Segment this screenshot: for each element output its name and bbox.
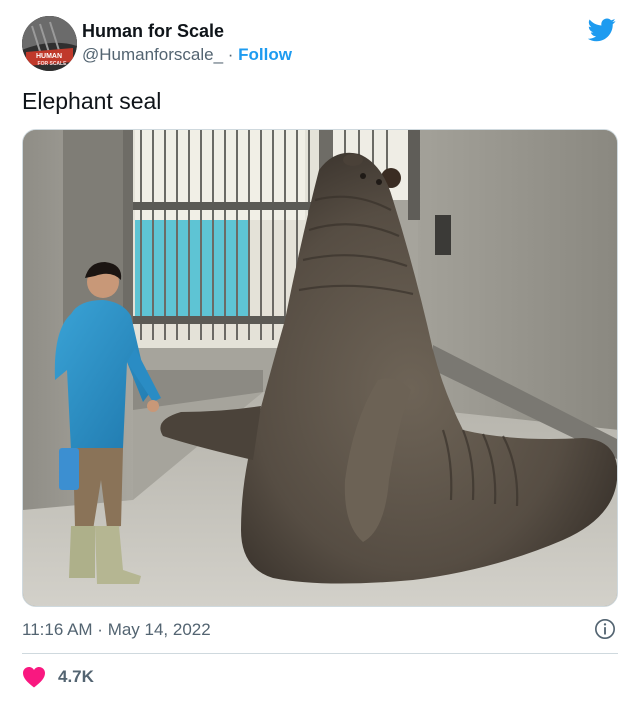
like-button[interactable]: 4.7K bbox=[22, 664, 94, 690]
tweet-text: Elephant seal bbox=[22, 88, 162, 114]
avatar[interactable]: HUMAN FOR SCALE bbox=[22, 16, 77, 71]
info-icon[interactable] bbox=[594, 618, 616, 640]
tweet-timestamp[interactable]: 11:16 AM · May 14, 2022 bbox=[22, 618, 618, 642]
like-count: 4.7K bbox=[58, 667, 94, 686]
tweet-header: HUMAN FOR SCALE Human for Scale @Humanfo… bbox=[22, 16, 622, 72]
avatar-image: HUMAN FOR SCALE bbox=[22, 16, 77, 71]
twitter-bird-icon[interactable] bbox=[588, 18, 616, 42]
author-display-name[interactable]: Human for Scale bbox=[82, 20, 292, 42]
author-handle-line: @Humanforscale_ · Follow bbox=[82, 43, 292, 67]
avatar-logo-text-bottom: FOR SCALE bbox=[38, 61, 68, 67]
handle-separator: · bbox=[223, 45, 239, 64]
follow-button[interactable]: Follow bbox=[238, 45, 292, 64]
tweet-photo[interactable] bbox=[22, 129, 618, 607]
author-handle[interactable]: @Humanforscale_ bbox=[82, 45, 223, 64]
tweet-time: 11:16 AM bbox=[22, 620, 93, 639]
date-separator: · bbox=[92, 620, 108, 639]
tweet-date: May 14, 2022 bbox=[107, 620, 211, 639]
divider bbox=[22, 653, 618, 654]
author-info: Human for Scale @Humanforscale_ · Follow bbox=[82, 20, 292, 67]
tweet-card: HUMAN FOR SCALE Human for Scale @Humanfo… bbox=[0, 0, 640, 701]
heart-icon bbox=[23, 667, 45, 688]
avatar-logo-text-top: HUMAN bbox=[36, 53, 62, 60]
elephant-seal-photo bbox=[23, 130, 617, 606]
